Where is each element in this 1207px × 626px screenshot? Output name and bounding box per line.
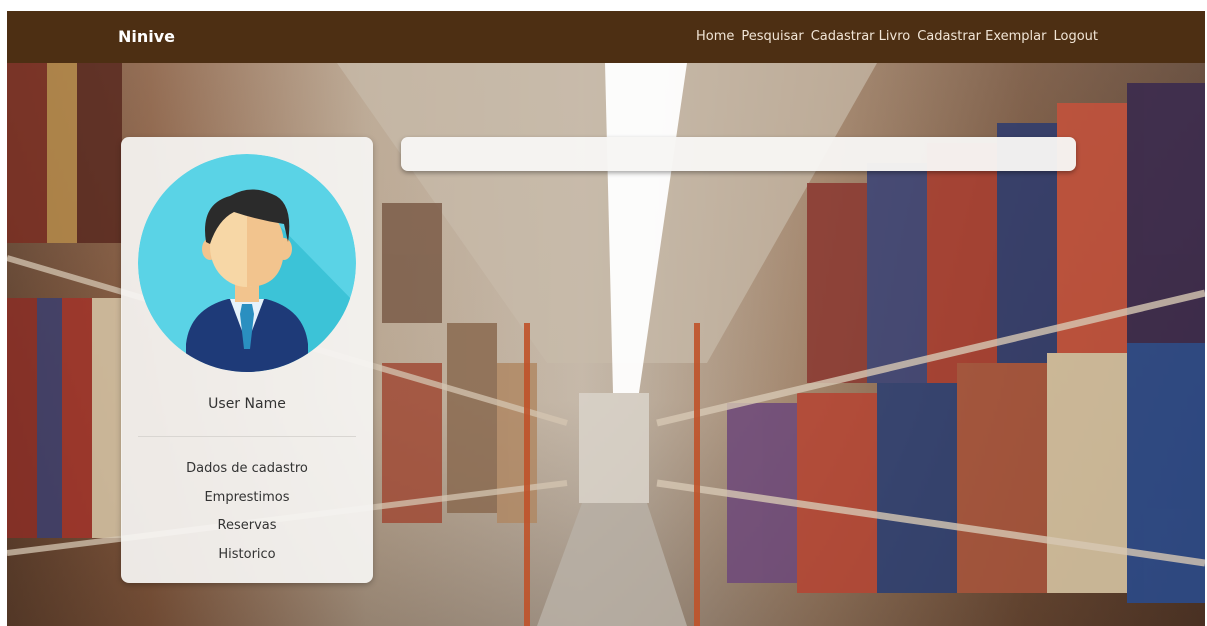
menu-item-reservas[interactable]: Reservas xyxy=(121,512,373,541)
profile-card: User Name Dados de cadastro Emprestimos … xyxy=(121,137,373,583)
nav-link-cadastrar-livro[interactable]: Cadastrar Livro xyxy=(811,28,910,46)
menu-item-dados-de-cadastro[interactable]: Dados de cadastro xyxy=(121,455,373,484)
brand-logo[interactable]: Ninive xyxy=(118,26,175,48)
nav-link-cadastrar-exemplar[interactable]: Cadastrar Exemplar xyxy=(917,28,1046,46)
nav-link-pesquisar[interactable]: Pesquisar xyxy=(741,28,803,46)
nav-link-home[interactable]: Home xyxy=(696,28,734,46)
navbar: Ninive Home Pesquisar Cadastrar Livro Ca… xyxy=(7,11,1205,63)
page: Ninive Home Pesquisar Cadastrar Livro Ca… xyxy=(0,0,1207,626)
profile-menu: Dados de cadastro Emprestimos Reservas H… xyxy=(121,455,373,569)
search-bar xyxy=(401,137,1076,171)
divider xyxy=(138,436,356,437)
user-avatar-icon xyxy=(138,154,356,372)
menu-item-historico[interactable]: Historico xyxy=(121,541,373,570)
menu-item-emprestimos[interactable]: Emprestimos xyxy=(121,484,373,513)
nav-links: Home Pesquisar Cadastrar Livro Cadastrar… xyxy=(696,28,1098,46)
user-name: User Name xyxy=(208,396,286,412)
nav-link-logout[interactable]: Logout xyxy=(1053,28,1098,46)
search-input[interactable] xyxy=(401,137,1076,171)
